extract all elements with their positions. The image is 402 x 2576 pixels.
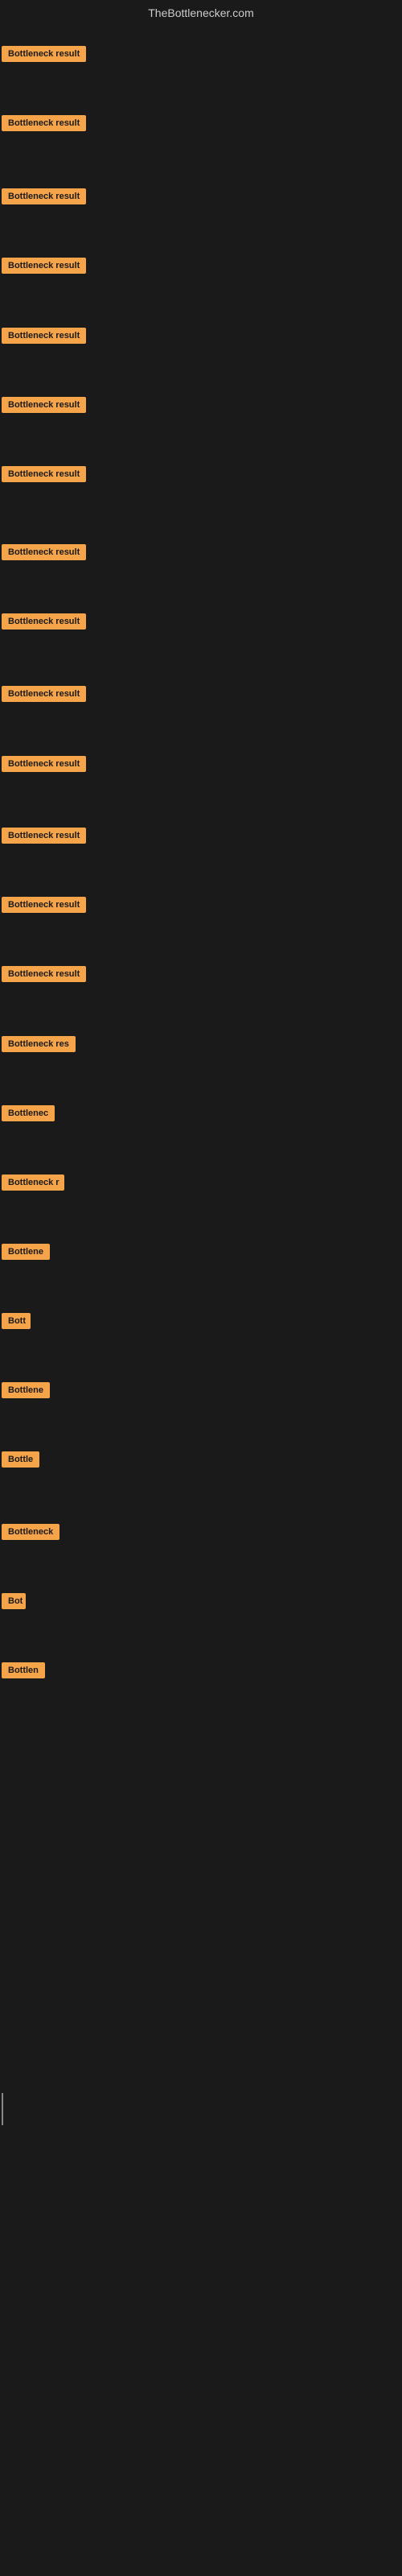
bottleneck-item-3[interactable]: Bottleneck result (2, 188, 86, 208)
bottleneck-badge: Bottleneck result (2, 686, 86, 702)
bottleneck-item-6[interactable]: Bottleneck result (2, 397, 86, 417)
bottleneck-item-14[interactable]: Bottleneck result (2, 966, 86, 986)
bottleneck-item-20[interactable]: Bottlene (2, 1382, 50, 1402)
bottleneck-item-21[interactable]: Bottle (2, 1451, 39, 1472)
bottleneck-badge: Bottleneck result (2, 328, 86, 344)
bottleneck-badge: Bottleneck result (2, 258, 86, 274)
bottleneck-badge: Bottleneck result (2, 897, 86, 913)
bottleneck-item-8[interactable]: Bottleneck result (2, 544, 86, 564)
bottleneck-item-4[interactable]: Bottleneck result (2, 258, 86, 278)
bottleneck-item-16[interactable]: Bottlenec (2, 1105, 55, 1125)
bottleneck-badge: Bottleneck result (2, 115, 86, 131)
bottleneck-badge: Bottle (2, 1451, 39, 1468)
bottleneck-badge: Bottleneck result (2, 828, 86, 844)
bottleneck-item-17[interactable]: Bottleneck r (2, 1174, 64, 1195)
bottleneck-badge: Bottleneck result (2, 613, 86, 630)
bottleneck-badge: Bottleneck result (2, 397, 86, 413)
bottleneck-item-10[interactable]: Bottleneck result (2, 686, 86, 706)
bottleneck-item-7[interactable]: Bottleneck result (2, 466, 86, 486)
bottleneck-item-11[interactable]: Bottleneck result (2, 756, 86, 776)
bottleneck-item-15[interactable]: Bottleneck res (2, 1036, 76, 1056)
bottleneck-item-22[interactable]: Bottleneck (2, 1524, 59, 1544)
bottleneck-badge: Bottlene (2, 1244, 50, 1260)
bottleneck-badge: Bottlen (2, 1662, 45, 1678)
bottleneck-badge: Bott (2, 1313, 31, 1329)
bottleneck-badge: Bottleneck result (2, 466, 86, 482)
bottleneck-item-1[interactable]: Bottleneck result (2, 46, 86, 66)
bottleneck-item-23[interactable]: Bot (2, 1593, 26, 1613)
bottleneck-badge: Bottleneck result (2, 966, 86, 982)
bottleneck-item-2[interactable]: Bottleneck result (2, 115, 86, 135)
bottleneck-badge: Bottleneck result (2, 756, 86, 772)
bottleneck-badge: Bottlenec (2, 1105, 55, 1121)
bottleneck-item-9[interactable]: Bottleneck result (2, 613, 86, 634)
bottleneck-badge: Bottleneck r (2, 1174, 64, 1191)
bottleneck-badge: Bottleneck (2, 1524, 59, 1540)
bottleneck-badge: Bottleneck res (2, 1036, 76, 1052)
bottleneck-badge: Bot (2, 1593, 26, 1609)
bottleneck-badge: Bottleneck result (2, 188, 86, 204)
bottleneck-item-18[interactable]: Bottlene (2, 1244, 50, 1264)
bottleneck-item-13[interactable]: Bottleneck result (2, 897, 86, 917)
cursor-indicator (2, 2093, 3, 2125)
bottleneck-item-5[interactable]: Bottleneck result (2, 328, 86, 348)
bottleneck-badge: Bottleneck result (2, 544, 86, 560)
bottleneck-item-24[interactable]: Bottlen (2, 1662, 45, 1682)
bottleneck-item-12[interactable]: Bottleneck result (2, 828, 86, 848)
site-title: TheBottlenecker.com (0, 0, 402, 26)
bottleneck-badge: Bottleneck result (2, 46, 86, 62)
bottleneck-item-19[interactable]: Bott (2, 1313, 31, 1333)
bottleneck-badge: Bottlene (2, 1382, 50, 1398)
